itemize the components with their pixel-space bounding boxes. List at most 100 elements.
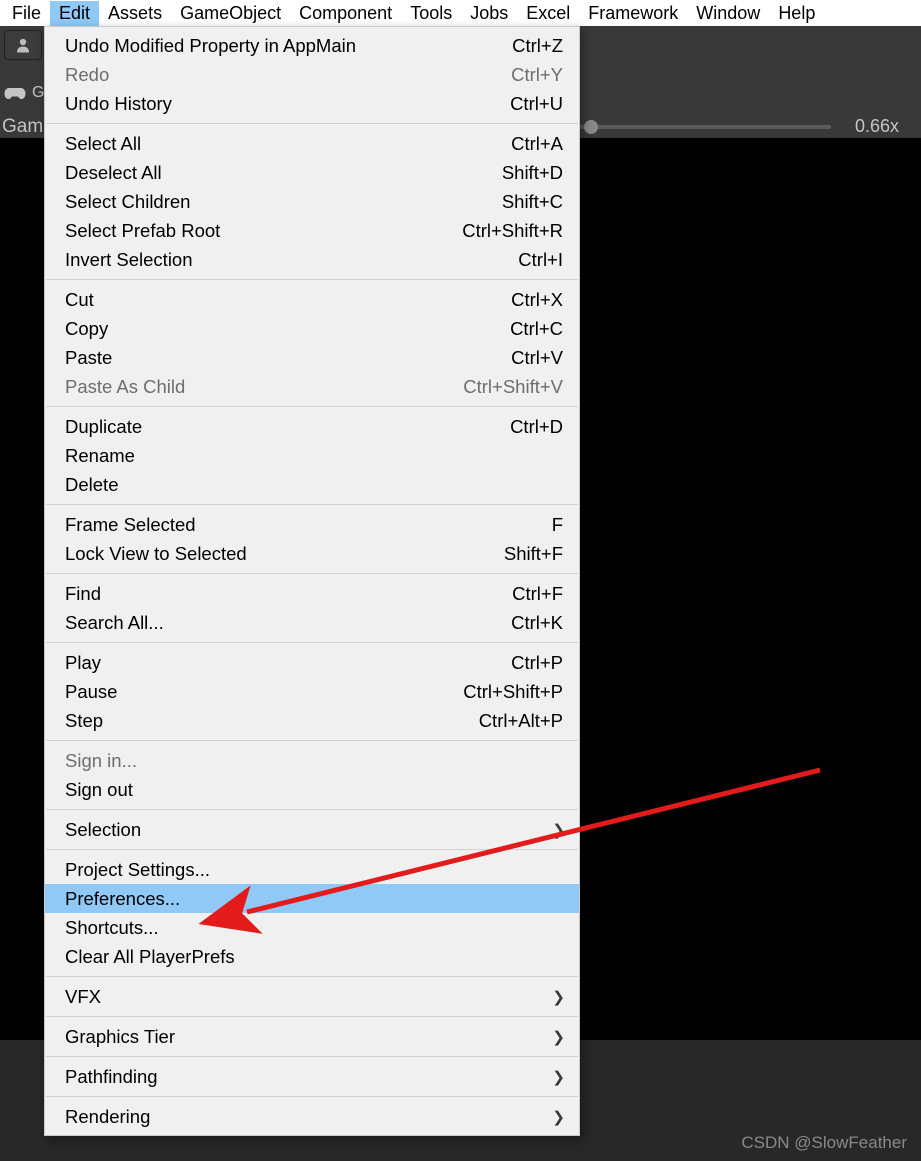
menu-separator (46, 642, 578, 643)
menu-separator (46, 809, 578, 810)
zoom-slider[interactable]: 0.66x (580, 116, 899, 137)
menu-file[interactable]: File (3, 1, 50, 26)
menu-item-label: Paste As Child (65, 376, 185, 398)
menu-item-preferences[interactable]: Preferences... (45, 884, 579, 913)
menu-separator (46, 573, 578, 574)
menu-item-label: Preferences... (65, 888, 180, 910)
menu-item-paste-as-child: Paste As Child Ctrl+Shift+V (45, 372, 579, 401)
menu-item-select-children[interactable]: Select ChildrenShift+C (45, 187, 579, 216)
menu-item-frame-selected[interactable]: Frame Selected F (45, 510, 579, 539)
menu-jobs[interactable]: Jobs (461, 1, 517, 26)
menu-item-shortcut: Ctrl+D (510, 416, 563, 438)
menu-item-label: Undo Modified Property in AppMain (65, 35, 356, 57)
menu-item-label: Project Settings... (65, 859, 210, 881)
menu-item-shortcut: Ctrl+Y (511, 64, 563, 86)
menu-item-shortcut: Ctrl+U (510, 93, 563, 115)
menu-item-project-settings[interactable]: Project Settings... (45, 855, 579, 884)
menu-window[interactable]: Window (687, 1, 769, 26)
menu-separator (46, 849, 578, 850)
menu-item-shortcut: Ctrl+Shift+V (463, 376, 563, 398)
menu-item-delete[interactable]: Delete (45, 470, 579, 499)
gamepad-icon (4, 85, 26, 101)
menu-item-shortcut: Ctrl+V (511, 347, 563, 369)
menu-item-shortcut: F (552, 514, 563, 536)
menubar: FileEditAssetsGameObjectComponentToolsJo… (0, 0, 921, 26)
menu-item-select-all[interactable]: Select AllCtrl+A (45, 129, 579, 158)
tab-row: G (4, 84, 44, 102)
menu-item-graphics-tier[interactable]: Graphics Tier❯ (45, 1022, 579, 1051)
menu-item-label: Pathfinding (65, 1066, 158, 1088)
menu-help[interactable]: Help (769, 1, 824, 26)
menu-item-selection[interactable]: Selection ❯ (45, 815, 579, 844)
zoom-slider-thumb[interactable] (584, 120, 598, 134)
menu-item-label: Rename (65, 445, 135, 467)
chevron-right-icon: ❯ (552, 988, 565, 1006)
menu-item-label: Select Prefab Root (65, 220, 220, 242)
menu-item-duplicate[interactable]: DuplicateCtrl+D (45, 412, 579, 441)
menu-item-label: Sign out (65, 779, 133, 801)
menu-separator (46, 1016, 578, 1017)
menu-item-label: Graphics Tier (65, 1026, 175, 1048)
menu-item-paste[interactable]: PasteCtrl+V (45, 343, 579, 372)
menu-item-vfx[interactable]: VFX❯ (45, 982, 579, 1011)
chevron-right-icon: ❯ (552, 821, 565, 839)
account-button[interactable] (4, 30, 42, 60)
menu-item-label: Delete (65, 474, 118, 496)
menu-item-copy[interactable]: CopyCtrl+C (45, 314, 579, 343)
menu-item-label: Search All... (65, 612, 164, 634)
menu-separator (46, 279, 578, 280)
menu-item-shortcut: Ctrl+A (511, 133, 563, 155)
menu-item-step[interactable]: StepCtrl+Alt+P (45, 706, 579, 735)
menu-item-sign-out[interactable]: Sign out (45, 775, 579, 804)
menu-item-shortcut: Ctrl+F (512, 583, 563, 605)
menu-item-label: Pause (65, 681, 117, 703)
menu-item-shortcut: Ctrl+I (518, 249, 563, 271)
menu-component[interactable]: Component (290, 1, 401, 26)
menu-item-deselect-all[interactable]: Deselect All Shift+D (45, 158, 579, 187)
menu-item-shortcut: Ctrl+Shift+P (463, 681, 563, 703)
app-root: FileEditAssetsGameObjectComponentToolsJo… (0, 0, 921, 1161)
menu-item-label: Deselect All (65, 162, 162, 184)
menu-item-rendering[interactable]: Rendering ❯ (45, 1102, 579, 1131)
menu-item-lock-view-to-selected[interactable]: Lock View to Selected Shift+F (45, 539, 579, 568)
menu-item-select-prefab-root[interactable]: Select Prefab RootCtrl+Shift+R (45, 216, 579, 245)
menu-item-shortcut: Shift+F (504, 543, 563, 565)
chevron-right-icon: ❯ (552, 1068, 565, 1086)
menu-item-find[interactable]: Find Ctrl+F (45, 579, 579, 608)
menu-item-undo-modified-property-in-appmain[interactable]: Undo Modified Property in AppMain Ctrl+Z (45, 31, 579, 60)
menu-item-shortcuts[interactable]: Shortcuts... (45, 913, 579, 942)
menu-item-label: Shortcuts... (65, 917, 159, 939)
menu-item-shortcut: Ctrl+K (511, 612, 563, 634)
menu-item-pause[interactable]: Pause Ctrl+Shift+P (45, 677, 579, 706)
menu-separator (46, 406, 578, 407)
menu-item-label: Lock View to Selected (65, 543, 247, 565)
menu-excel[interactable]: Excel (517, 1, 579, 26)
menu-item-play[interactable]: PlayCtrl+P (45, 648, 579, 677)
menu-item-label: Invert Selection (65, 249, 193, 271)
menu-item-label: Find (65, 583, 101, 605)
menu-item-label: Selection (65, 819, 141, 841)
menu-item-label: Rendering (65, 1106, 150, 1128)
menu-item-label: Select Children (65, 191, 190, 213)
menu-item-label: Frame Selected (65, 514, 196, 536)
menu-item-undo-history[interactable]: Undo History Ctrl+U (45, 89, 579, 118)
chevron-right-icon: ❯ (552, 1108, 565, 1126)
zoom-slider-track[interactable] (580, 125, 831, 129)
menu-item-label: Undo History (65, 93, 172, 115)
menu-item-invert-selection[interactable]: Invert Selection Ctrl+I (45, 245, 579, 274)
menu-edit[interactable]: Edit (50, 1, 99, 26)
menu-framework[interactable]: Framework (579, 1, 687, 26)
menu-item-search-all[interactable]: Search All... Ctrl+K (45, 608, 579, 637)
menu-item-cut[interactable]: CutCtrl+X (45, 285, 579, 314)
menu-item-pathfinding[interactable]: Pathfinding ❯ (45, 1062, 579, 1091)
menu-item-rename[interactable]: Rename (45, 441, 579, 470)
menu-item-shortcut: Ctrl+Z (512, 35, 563, 57)
game-tab-label[interactable]: Gam (0, 116, 43, 138)
menu-item-clear-all-playerprefs[interactable]: Clear All PlayerPrefs (45, 942, 579, 971)
menu-item-shortcut: Shift+D (502, 162, 563, 184)
menu-tools[interactable]: Tools (401, 1, 461, 26)
menu-separator (46, 740, 578, 741)
menu-assets[interactable]: Assets (99, 1, 171, 26)
menu-item-label: Clear All PlayerPrefs (65, 946, 235, 968)
menu-gameobject[interactable]: GameObject (171, 1, 290, 26)
